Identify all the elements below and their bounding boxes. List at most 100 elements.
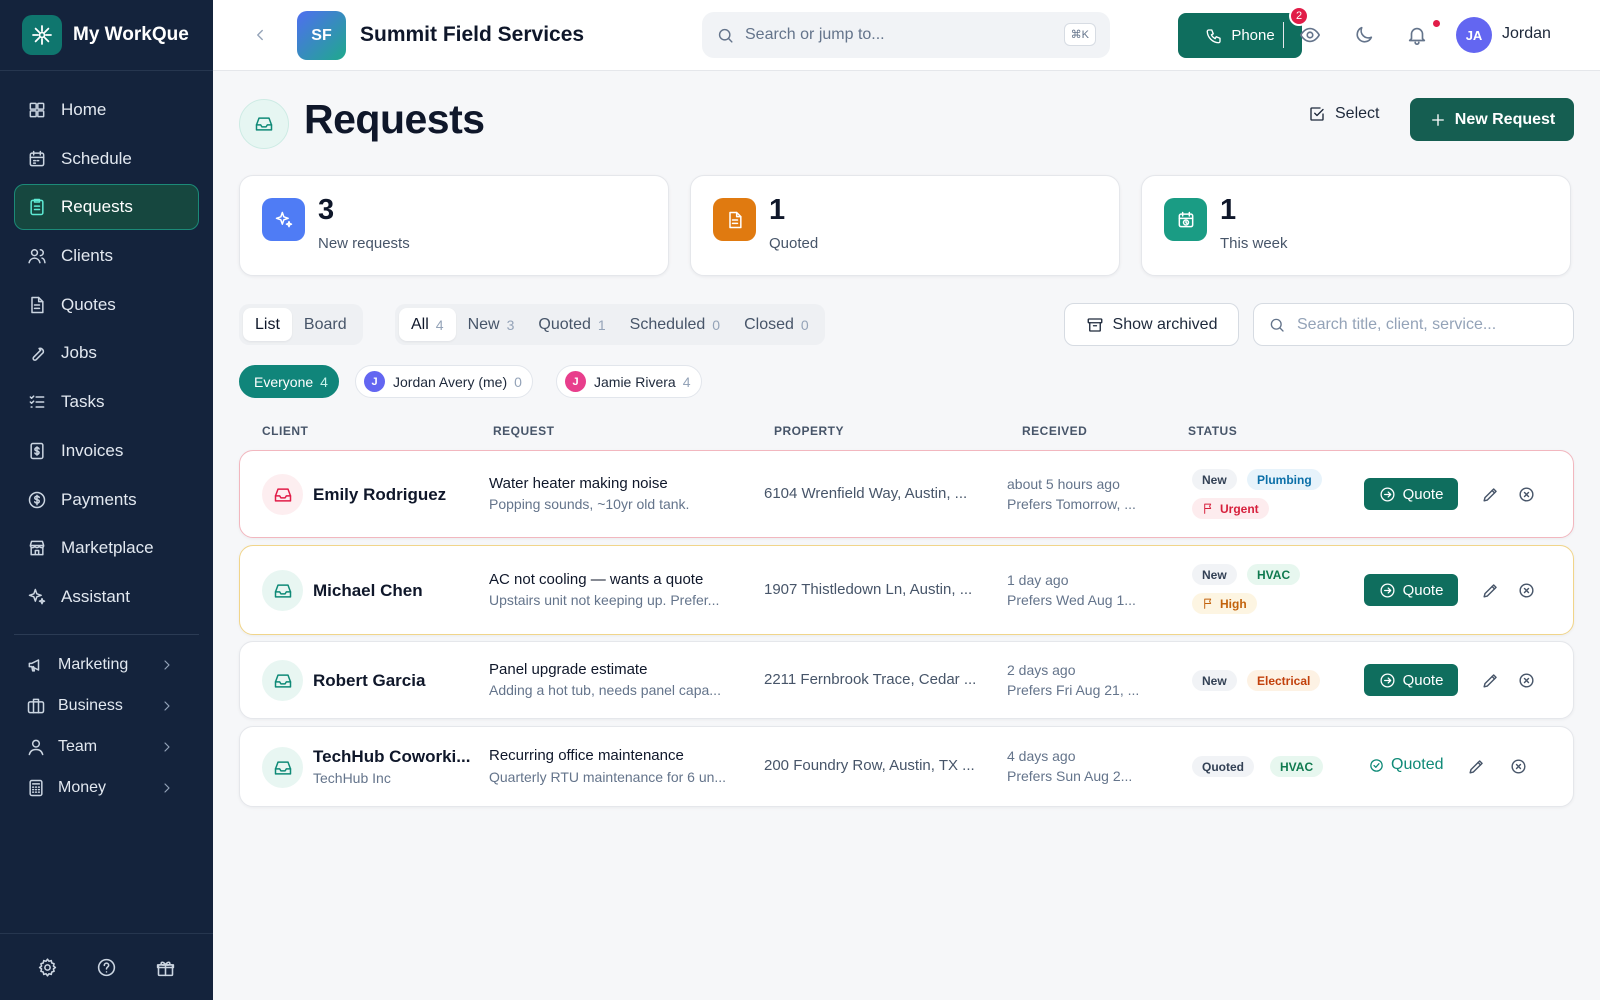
stat-card-quoted[interactable]: 1 Quoted [690,175,1120,276]
eye-icon[interactable] [1299,24,1321,46]
dismiss-button[interactable] [1509,757,1528,776]
quote-button[interactable]: Quote [1364,574,1458,606]
sidebar-item-payments[interactable]: Payments [14,477,199,523]
quoted-label: Quoted [1391,756,1444,773]
request-title[interactable]: Water heater making noise [489,475,751,492]
client-name[interactable]: Michael Chen [313,581,475,601]
org-avatar[interactable]: SF [297,11,346,60]
client-name[interactable]: Emily Rodriguez [313,485,475,505]
sidebar-group-money[interactable]: Money [14,768,199,809]
request-title[interactable]: AC not cooling — wants a quote [489,571,751,588]
assignee-chip-jamie[interactable]: J Jamie Rivera 4 [556,365,702,398]
select-button[interactable]: Select [1308,105,1379,123]
sparkles-icon [262,198,305,241]
sidebar-item-schedule[interactable]: Schedule [14,136,199,182]
edit-button[interactable] [1467,757,1486,776]
sidebar-item-jobs[interactable]: Jobs [14,330,199,376]
request-description: Quarterly RTU maintenance for 6 un... [489,769,727,785]
user-name[interactable]: Jordan [1502,25,1551,43]
calendar-clock-icon [1164,198,1207,241]
dismiss-button[interactable] [1517,581,1536,600]
request-title[interactable]: Panel upgrade estimate [489,661,751,678]
tab-all[interactable]: All 4 [399,308,456,341]
service-badge: HVAC [1270,756,1324,777]
topbar-divider [1283,22,1284,48]
sidebar-group-business[interactable]: Business [14,686,199,727]
status-tabs: All 4 New 3 Quoted 1 Scheduled 0 Closed 0 [395,304,825,345]
brand[interactable]: My WorkQue [0,0,213,71]
show-archived-label: Show archived [1112,315,1218,333]
table-row[interactable]: Emily Rodriguez Water heater making nois… [239,450,1574,538]
avatar[interactable]: JA [1456,17,1492,53]
column-header-received[interactable]: RECEIVED [1022,424,1087,438]
dismiss-button[interactable] [1517,485,1536,504]
received-time: 2 days ago [1007,662,1076,678]
sidebar-item-clients[interactable]: Clients [14,233,199,279]
tab-new[interactable]: New 3 [456,308,527,341]
sidebar-item-marketplace[interactable]: Marketplace [14,525,199,571]
sidebar-group-team[interactable]: Team [14,727,199,768]
column-header-request[interactable]: REQUEST [493,424,555,438]
column-header-status[interactable]: STATUS [1188,424,1237,438]
view-list-tab[interactable]: List [243,308,292,341]
plus-icon [1431,113,1444,126]
column-header-property[interactable]: PROPERTY [774,424,844,438]
view-board-tab[interactable]: Board [292,308,359,341]
sidebar-item-quotes[interactable]: Quotes [14,282,199,328]
arrow-circle-right-icon [1380,486,1395,502]
new-request-label: New Request [1454,110,1556,128]
tab-quoted[interactable]: Quoted 1 [526,308,617,341]
chevron-left-icon[interactable] [251,26,269,44]
sidebar-group-marketing[interactable]: Marketing [14,645,199,686]
flag-icon [1204,503,1212,514]
bell-icon[interactable] [1406,24,1428,46]
column-header-client[interactable]: CLIENT [262,424,308,438]
dismiss-button[interactable] [1517,671,1536,690]
stat-card-new[interactable]: 3 New requests [239,175,669,276]
inbox-icon [262,747,303,788]
new-request-button[interactable]: New Request [1410,98,1574,141]
table-row[interactable]: Robert Garcia Panel upgrade estimate Add… [239,641,1574,719]
gear-icon[interactable] [37,957,58,978]
org-name[interactable]: Summit Field Services [360,23,584,47]
request-title[interactable]: Recurring office maintenance [489,747,751,764]
stat-card-this-week[interactable]: 1 This week [1141,175,1571,276]
assignee-chip-everyone[interactable]: Everyone 4 [239,365,339,398]
calculator-icon [29,780,43,797]
client-name[interactable]: Robert Garcia [313,671,475,691]
tab-closed[interactable]: Closed 0 [732,308,821,341]
tab-scheduled[interactable]: Scheduled 0 [618,308,732,341]
sidebar-item-invoices[interactable]: Invoices [14,428,199,474]
tab-count: 4 [435,316,444,333]
pencil-icon [1469,760,1483,774]
quote-button[interactable]: Quote [1364,478,1458,510]
show-archived-button[interactable]: Show archived [1064,303,1239,346]
sidebar-group-label: Team [58,738,98,756]
sidebar-item-requests[interactable]: Requests [14,184,199,231]
quote-label: Quote [1402,581,1444,599]
status-badge: New [1192,469,1237,490]
list-search-input[interactable]: Search title, client, service... [1253,303,1574,346]
moon-icon[interactable] [1353,24,1375,46]
help-icon[interactable] [96,957,117,978]
client-name[interactable]: TechHub Coworki... [313,747,475,767]
user-icon [28,739,44,756]
assignee-chip-jordan[interactable]: J Jordan Avery (me) 0 [355,365,533,398]
sidebar-item-home[interactable]: Home [14,87,199,133]
property-address: 2211 Fernbrook Trace, Cedar ... [764,671,977,688]
edit-button[interactable] [1481,485,1500,504]
sidebar-item-assistant[interactable]: Assistant [14,574,199,620]
edit-button[interactable] [1481,581,1500,600]
edit-button[interactable] [1481,671,1500,690]
quote-button[interactable]: Quote [1364,664,1458,696]
table-row[interactable]: TechHub Coworki... TechHub Inc Recurring… [239,726,1574,807]
inbox-icon [262,474,303,515]
sidebar-item-tasks[interactable]: Tasks [14,379,199,425]
table-row[interactable]: Michael Chen AC not cooling — wants a qu… [239,545,1574,635]
client-company: TechHub Inc [313,770,391,786]
sidebar-group-label: Money [58,779,107,797]
global-search-input[interactable]: Search or jump to... ⌘K [702,12,1110,58]
gift-icon[interactable] [155,957,176,978]
sidebar-divider [14,633,199,635]
inbox-icon [262,660,303,701]
